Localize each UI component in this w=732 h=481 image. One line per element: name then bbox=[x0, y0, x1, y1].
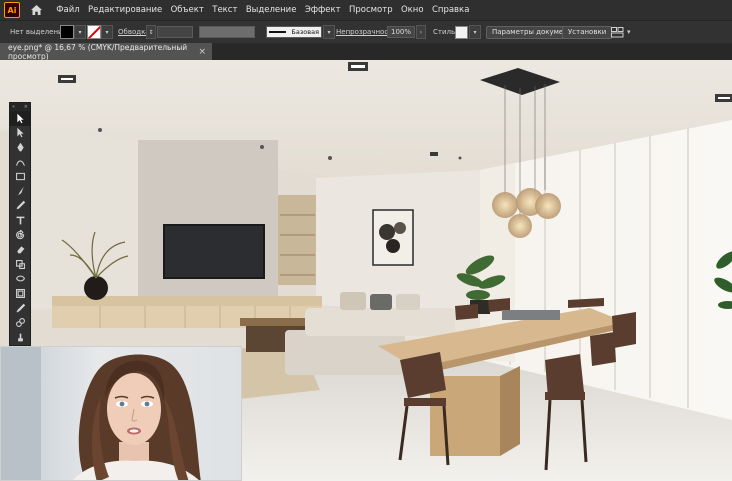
fill-swatch[interactable] bbox=[60, 25, 74, 39]
chevron-right-icon: › bbox=[416, 25, 426, 39]
arrange-icon bbox=[611, 26, 624, 37]
fill-color-icon bbox=[60, 25, 74, 39]
menu-item[interactable]: Эффект bbox=[301, 5, 345, 15]
scale-tool[interactable] bbox=[10, 257, 30, 272]
home-icon bbox=[30, 5, 42, 15]
direct-selection-tool[interactable] bbox=[10, 126, 30, 141]
menu-item[interactable]: Редактирование bbox=[84, 5, 167, 15]
symbol-sprayer-tool[interactable] bbox=[10, 330, 30, 345]
opacity-field[interactable]: 100% bbox=[387, 25, 415, 39]
stroke-swatch[interactable] bbox=[87, 25, 101, 39]
style-dropdown[interactable]: ▾ bbox=[469, 25, 481, 39]
free-transform-icon bbox=[15, 288, 25, 298]
close-icon[interactable]: × bbox=[198, 47, 206, 57]
stroke-dropdown[interactable]: ▾ bbox=[101, 25, 113, 39]
app-logo: Ai bbox=[4, 2, 20, 18]
variable-width-profile[interactable] bbox=[199, 25, 255, 39]
eyedropper-tool[interactable] bbox=[10, 301, 30, 316]
paintbrush-tool[interactable] bbox=[10, 184, 30, 199]
menu-item[interactable]: Просмотр bbox=[345, 5, 397, 15]
width-icon bbox=[15, 275, 25, 282]
rotate-icon bbox=[15, 229, 24, 239]
width-profile-field[interactable] bbox=[199, 26, 255, 38]
pen-icon bbox=[16, 142, 24, 152]
paintbrush-icon bbox=[17, 186, 24, 196]
menu-item[interactable]: Текст bbox=[208, 5, 242, 15]
brush-dropdown[interactable]: ▾ bbox=[323, 25, 335, 39]
rectangle-icon bbox=[15, 173, 25, 181]
menu-bar: Ai Файл Редактирование Объект Текст Выделени… bbox=[0, 0, 732, 20]
chevron-down-icon: ▾ bbox=[101, 25, 113, 39]
control-bar: Нет выделения ▾ ▾ Обводка: ⇕ Базовая ▾ Н… bbox=[0, 20, 732, 43]
style-label: Стиль: bbox=[433, 28, 458, 36]
menu-item[interactable]: Файл bbox=[52, 5, 84, 15]
curvature-tool[interactable] bbox=[10, 155, 30, 170]
style-swatch-icon bbox=[455, 25, 468, 39]
fill-dropdown[interactable]: ▾ bbox=[74, 25, 86, 39]
rectangle-tool[interactable] bbox=[10, 169, 30, 184]
pencil-tool[interactable] bbox=[10, 199, 30, 214]
eraser-icon bbox=[16, 246, 24, 254]
stepper-icon: ⇕ bbox=[146, 25, 156, 39]
scale-icon bbox=[15, 259, 25, 269]
document-tab[interactable]: eye.png* @ 16,67 % (CMYK/Предварительный… bbox=[0, 42, 212, 61]
eraser-tool[interactable] bbox=[10, 242, 30, 257]
free-transform-tool[interactable] bbox=[10, 286, 30, 301]
brush-definition[interactable]: Базовая bbox=[266, 25, 322, 39]
close-icon[interactable]: × bbox=[24, 104, 28, 110]
arrange-documents-button[interactable]: ▾ bbox=[611, 25, 631, 39]
pencil-icon bbox=[16, 201, 25, 210]
brush-profile-label: Базовая bbox=[291, 28, 319, 36]
chevron-down-icon: ▾ bbox=[469, 25, 481, 39]
tools-panel-header[interactable]: « × bbox=[10, 103, 30, 111]
stroke-weight-input[interactable] bbox=[157, 26, 193, 38]
symbol-sprayer-icon bbox=[17, 333, 23, 342]
chevron-down-icon: ▾ bbox=[627, 28, 631, 36]
stroke-none-icon bbox=[87, 25, 101, 39]
eyedropper-icon bbox=[16, 303, 25, 312]
document-tab-bar: eye.png* @ 16,67 % (CMYK/Предварительный… bbox=[0, 42, 732, 61]
menu-item[interactable]: Окно bbox=[397, 5, 428, 15]
document-tab-title: eye.png* @ 16,67 % (CMYK/Предварительный… bbox=[8, 42, 188, 61]
opacity-button[interactable]: › bbox=[416, 25, 426, 39]
presenter-video bbox=[1, 347, 241, 480]
blend-tool[interactable] bbox=[10, 315, 30, 330]
tools-panel: « × bbox=[9, 102, 31, 401]
pen-tool[interactable] bbox=[10, 140, 30, 155]
app-logo-text: Ai bbox=[7, 5, 17, 15]
graphic-style-swatch[interactable] bbox=[455, 25, 468, 39]
menu-item[interactable]: Объект bbox=[166, 5, 208, 15]
curvature-icon bbox=[15, 160, 25, 166]
preferences-button[interactable]: Установки bbox=[562, 25, 613, 39]
home-button[interactable] bbox=[26, 0, 46, 20]
blend-icon bbox=[15, 318, 25, 328]
stroke-weight-field[interactable] bbox=[157, 25, 193, 39]
opacity-input[interactable]: 100% bbox=[387, 26, 415, 38]
menu-items: Файл Редактирование Объект Текст Выделение Эф… bbox=[52, 5, 474, 15]
rotate-tool[interactable] bbox=[10, 228, 30, 243]
webcam-overlay bbox=[0, 346, 242, 481]
direct-selection-icon bbox=[16, 128, 24, 138]
selection-status: Нет выделения bbox=[10, 28, 67, 36]
selection-icon bbox=[16, 113, 24, 124]
type-icon bbox=[16, 216, 24, 225]
menu-item[interactable]: Выделение bbox=[242, 5, 301, 15]
menu-item[interactable]: Справка bbox=[428, 5, 474, 15]
stroke-line-icon bbox=[269, 31, 287, 33]
width-tool[interactable] bbox=[10, 272, 30, 287]
stroke-weight-stepper[interactable]: ⇕ bbox=[146, 25, 156, 39]
chevron-down-icon: ▾ bbox=[323, 25, 335, 39]
type-tool[interactable] bbox=[10, 213, 30, 228]
chevron-down-icon: ▾ bbox=[74, 25, 86, 39]
collapse-icon[interactable]: « bbox=[12, 104, 15, 110]
selection-tool[interactable] bbox=[10, 111, 30, 126]
brush-preview[interactable]: Базовая bbox=[266, 26, 322, 38]
